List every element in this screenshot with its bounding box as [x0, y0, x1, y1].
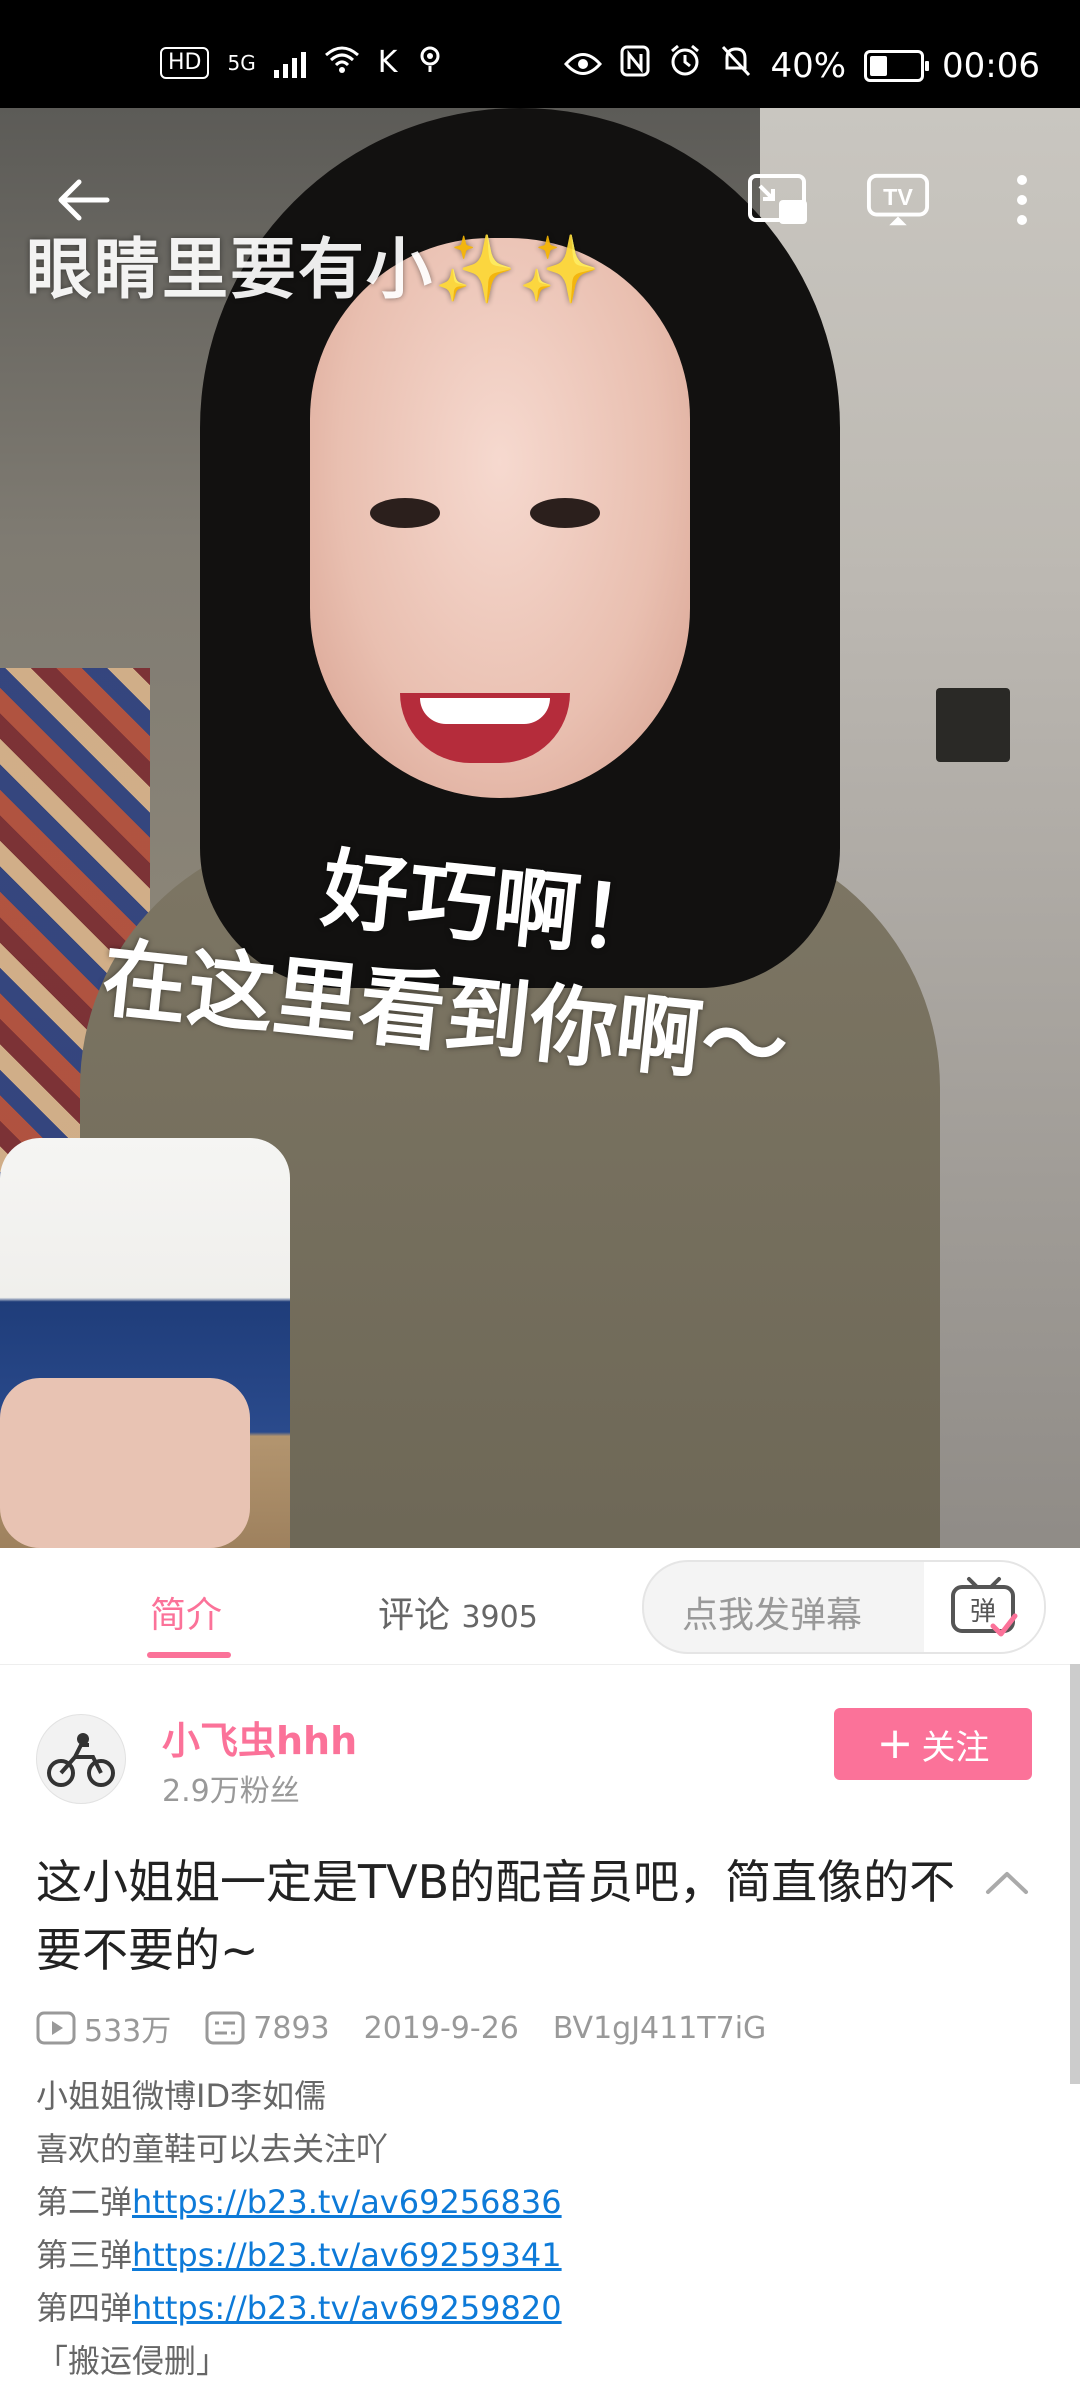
- danmaku-stat: 7893: [205, 2010, 330, 2046]
- desc-link[interactable]: https://b23.tv/av69256836: [132, 2183, 562, 2221]
- sparkle-icon: ✨✨: [434, 231, 603, 308]
- publish-date: 2019-9-26: [363, 2010, 519, 2046]
- network-type: 5G: [227, 50, 256, 75]
- k-app-icon: K: [377, 45, 398, 80]
- video-caption-top-text: 眼睛里要有小: [26, 231, 434, 308]
- play-count-icon: [36, 2011, 76, 2045]
- desc-line-1: 小姐姐微博ID李如儒: [36, 2077, 327, 2115]
- avatar[interactable]: [36, 1714, 126, 1804]
- danmaku-tv-icon: 弹: [951, 1577, 1018, 1637]
- alarm-icon: [668, 44, 702, 87]
- video-frame-hand: [0, 1378, 250, 1548]
- status-right-icons: 40% 00:06: [564, 44, 1040, 87]
- clock: 00:06: [942, 45, 1040, 86]
- bvid: BV1gJ411T7iG: [552, 2010, 767, 2046]
- video-frame-light-switch: [936, 688, 1010, 762]
- desc-link[interactable]: https://b23.tv/av69259341: [132, 2236, 562, 2274]
- video-description: 小姐姐微博ID李如儒 喜欢的童鞋可以去关注吖 第二弹https://b23.tv…: [36, 2070, 1036, 2388]
- video-player[interactable]: 眼睛里要有小✨✨ 好巧啊！ 在这里看到你啊～: [0, 108, 1080, 1548]
- views-stat: 533万: [36, 2006, 171, 2050]
- desc-link[interactable]: https://b23.tv/av69259820: [132, 2289, 562, 2327]
- tab-intro-indicator: [147, 1652, 231, 1658]
- video-title: 这小姐姐一定是TVB的配音员吧，简直像的不要不要的~: [36, 1855, 956, 1977]
- danmaku-button-label: 弹: [970, 1597, 996, 1627]
- desc-link-prefix: 第四弹: [36, 2289, 133, 2327]
- motorcycle-icon: [47, 1733, 115, 1787]
- svg-text:TV: TV: [883, 184, 913, 210]
- mute-bell-icon: [720, 44, 752, 87]
- danmaku-count-icon: [205, 2011, 245, 2045]
- wifi-icon: [324, 45, 360, 80]
- collapse-icon[interactable]: [982, 1862, 1032, 1902]
- uploader-name[interactable]: 小飞虫hhh: [162, 1710, 357, 1765]
- desc-link-prefix: 第二弹: [36, 2183, 133, 2221]
- tab-intro[interactable]: 简介: [150, 1586, 222, 1638]
- tab-bar: 简介 评论 3905 点我发弹幕 弹: [0, 1548, 1080, 1665]
- battery-percent: 40%: [770, 45, 847, 86]
- follow-label: 关注: [921, 1727, 990, 1768]
- comment-count: 3905: [461, 1600, 538, 1635]
- tv-cast-icon[interactable]: TV: [866, 168, 930, 232]
- video-top-controls: TV: [0, 108, 1080, 228]
- picture-in-picture-icon[interactable]: [746, 168, 810, 232]
- desc-link-line: 第二弹https://b23.tv/av69256836: [36, 2176, 1036, 2229]
- tab-comments-label: 评论: [378, 1595, 451, 1636]
- follow-button[interactable]: + 关注: [834, 1708, 1032, 1780]
- video-meta: 533万 7893 2019-9-26 BV1gJ411T7iG: [36, 2006, 766, 2050]
- desc-line-2: 喜欢的童鞋可以去关注吖: [36, 2130, 389, 2168]
- eye-icon: [564, 46, 603, 86]
- more-icon[interactable]: [990, 168, 1054, 232]
- danmaku-input-placeholder: 点我发弹幕: [682, 1595, 863, 1636]
- uploader-info: 小飞虫hhh 2.9万粉丝 + 关注: [0, 1700, 1080, 1830]
- desc-tag: 「搬运侵删」: [36, 2342, 229, 2380]
- danmaku-toggle-button[interactable]: 弹: [924, 1562, 1044, 1652]
- back-icon[interactable]: [52, 168, 116, 232]
- video-frame-left-eye: [370, 498, 440, 528]
- uploader-fans: 2.9万粉丝: [162, 1774, 300, 1809]
- battery-icon: [864, 49, 930, 82]
- hd-badge: HD: [160, 46, 210, 79]
- status-bar: HD 5G K 40% 00:06: [0, 0, 1080, 108]
- desc-link-line: 第四弹https://b23.tv/av69259820: [36, 2282, 1036, 2335]
- tab-comments[interactable]: 评论 3905: [378, 1586, 538, 1638]
- status-left-icons: HD 5G K: [160, 44, 445, 81]
- video-frame-right-eye: [530, 498, 600, 528]
- desc-link-line: 第三弹https://b23.tv/av69259341: [36, 2229, 1036, 2282]
- video-frame-teeth: [420, 698, 550, 724]
- nfc-icon: [620, 45, 650, 86]
- danmaku-input-box[interactable]: 点我发弹幕 弹: [642, 1560, 1046, 1654]
- plus-icon: +: [876, 1718, 914, 1769]
- signal-icon: [273, 48, 306, 78]
- danmaku-count: 7893: [253, 2010, 330, 2046]
- location-icon: [415, 44, 445, 81]
- views-count: 533万: [84, 2014, 172, 2049]
- desc-link-prefix: 第三弹: [36, 2236, 133, 2274]
